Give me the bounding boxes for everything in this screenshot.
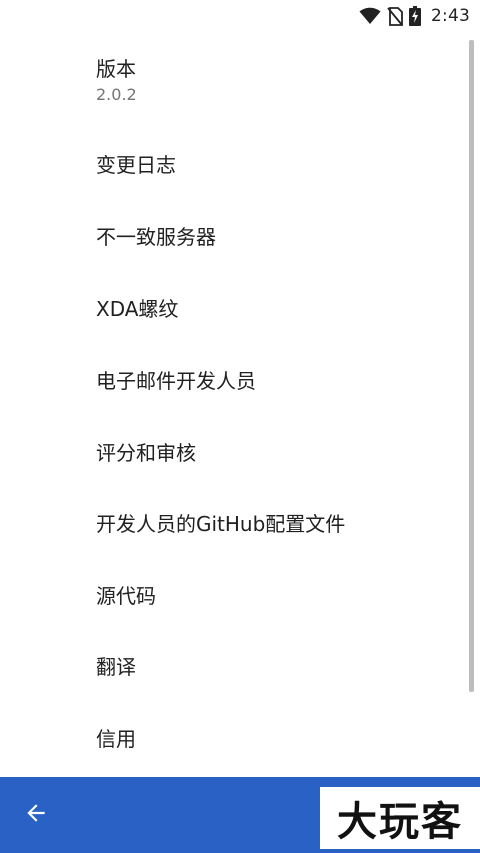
no-sim-icon <box>387 6 403 26</box>
list-item-translate[interactable]: 翻译 <box>96 654 456 680</box>
item-title: 信用 <box>96 727 136 751</box>
list-item-version[interactable]: 版本 2.0.2 <box>96 56 456 105</box>
battery-charging-icon <box>409 6 422 26</box>
item-title: 版本 <box>96 57 136 81</box>
item-title: 翻译 <box>96 655 136 679</box>
arrow-left-icon <box>23 800 49 830</box>
item-title: 评分和审核 <box>96 441 196 465</box>
list-item-credits[interactable]: 信用 <box>96 726 456 752</box>
item-title: 开发人员的GitHub配置文件 <box>96 512 346 536</box>
scrollbar[interactable] <box>469 40 474 692</box>
watermark-text: 大玩客 <box>337 798 463 845</box>
list-item-xda-thread[interactable]: XDA螺纹 <box>96 296 456 322</box>
wifi-icon <box>359 7 381 25</box>
item-title: 不一致服务器 <box>96 225 216 249</box>
list-item-discord[interactable]: 不一致服务器 <box>96 224 456 250</box>
status-bar: 2:43 <box>0 0 480 32</box>
status-icons: 2:43 <box>359 4 470 28</box>
list-item-source-code[interactable]: 源代码 <box>96 583 456 609</box>
bottom-bar: 大玩客 <box>0 777 480 853</box>
back-button[interactable] <box>18 797 54 833</box>
item-title: XDA螺纹 <box>96 297 179 321</box>
list-item-email-developer[interactable]: 电子邮件开发人员 <box>96 368 456 394</box>
item-title: 电子邮件开发人员 <box>96 369 256 393</box>
about-screen: 2:43 版本 2.0.2 变更日志 不一致服务器 XDA螺纹 电子邮件开发人员… <box>0 0 480 853</box>
watermark: 大玩客 <box>320 787 480 849</box>
item-title: 源代码 <box>96 584 156 608</box>
status-time: 2:43 <box>431 6 470 26</box>
item-title: 变更日志 <box>96 153 176 177</box>
list-item-github-profile[interactable]: 开发人员的GitHub配置文件 <box>96 511 456 537</box>
list-item-changelog[interactable]: 变更日志 <box>96 152 456 178</box>
list-item-rate-review[interactable]: 评分和审核 <box>96 440 456 466</box>
item-summary: 2.0.2 <box>96 85 137 104</box>
